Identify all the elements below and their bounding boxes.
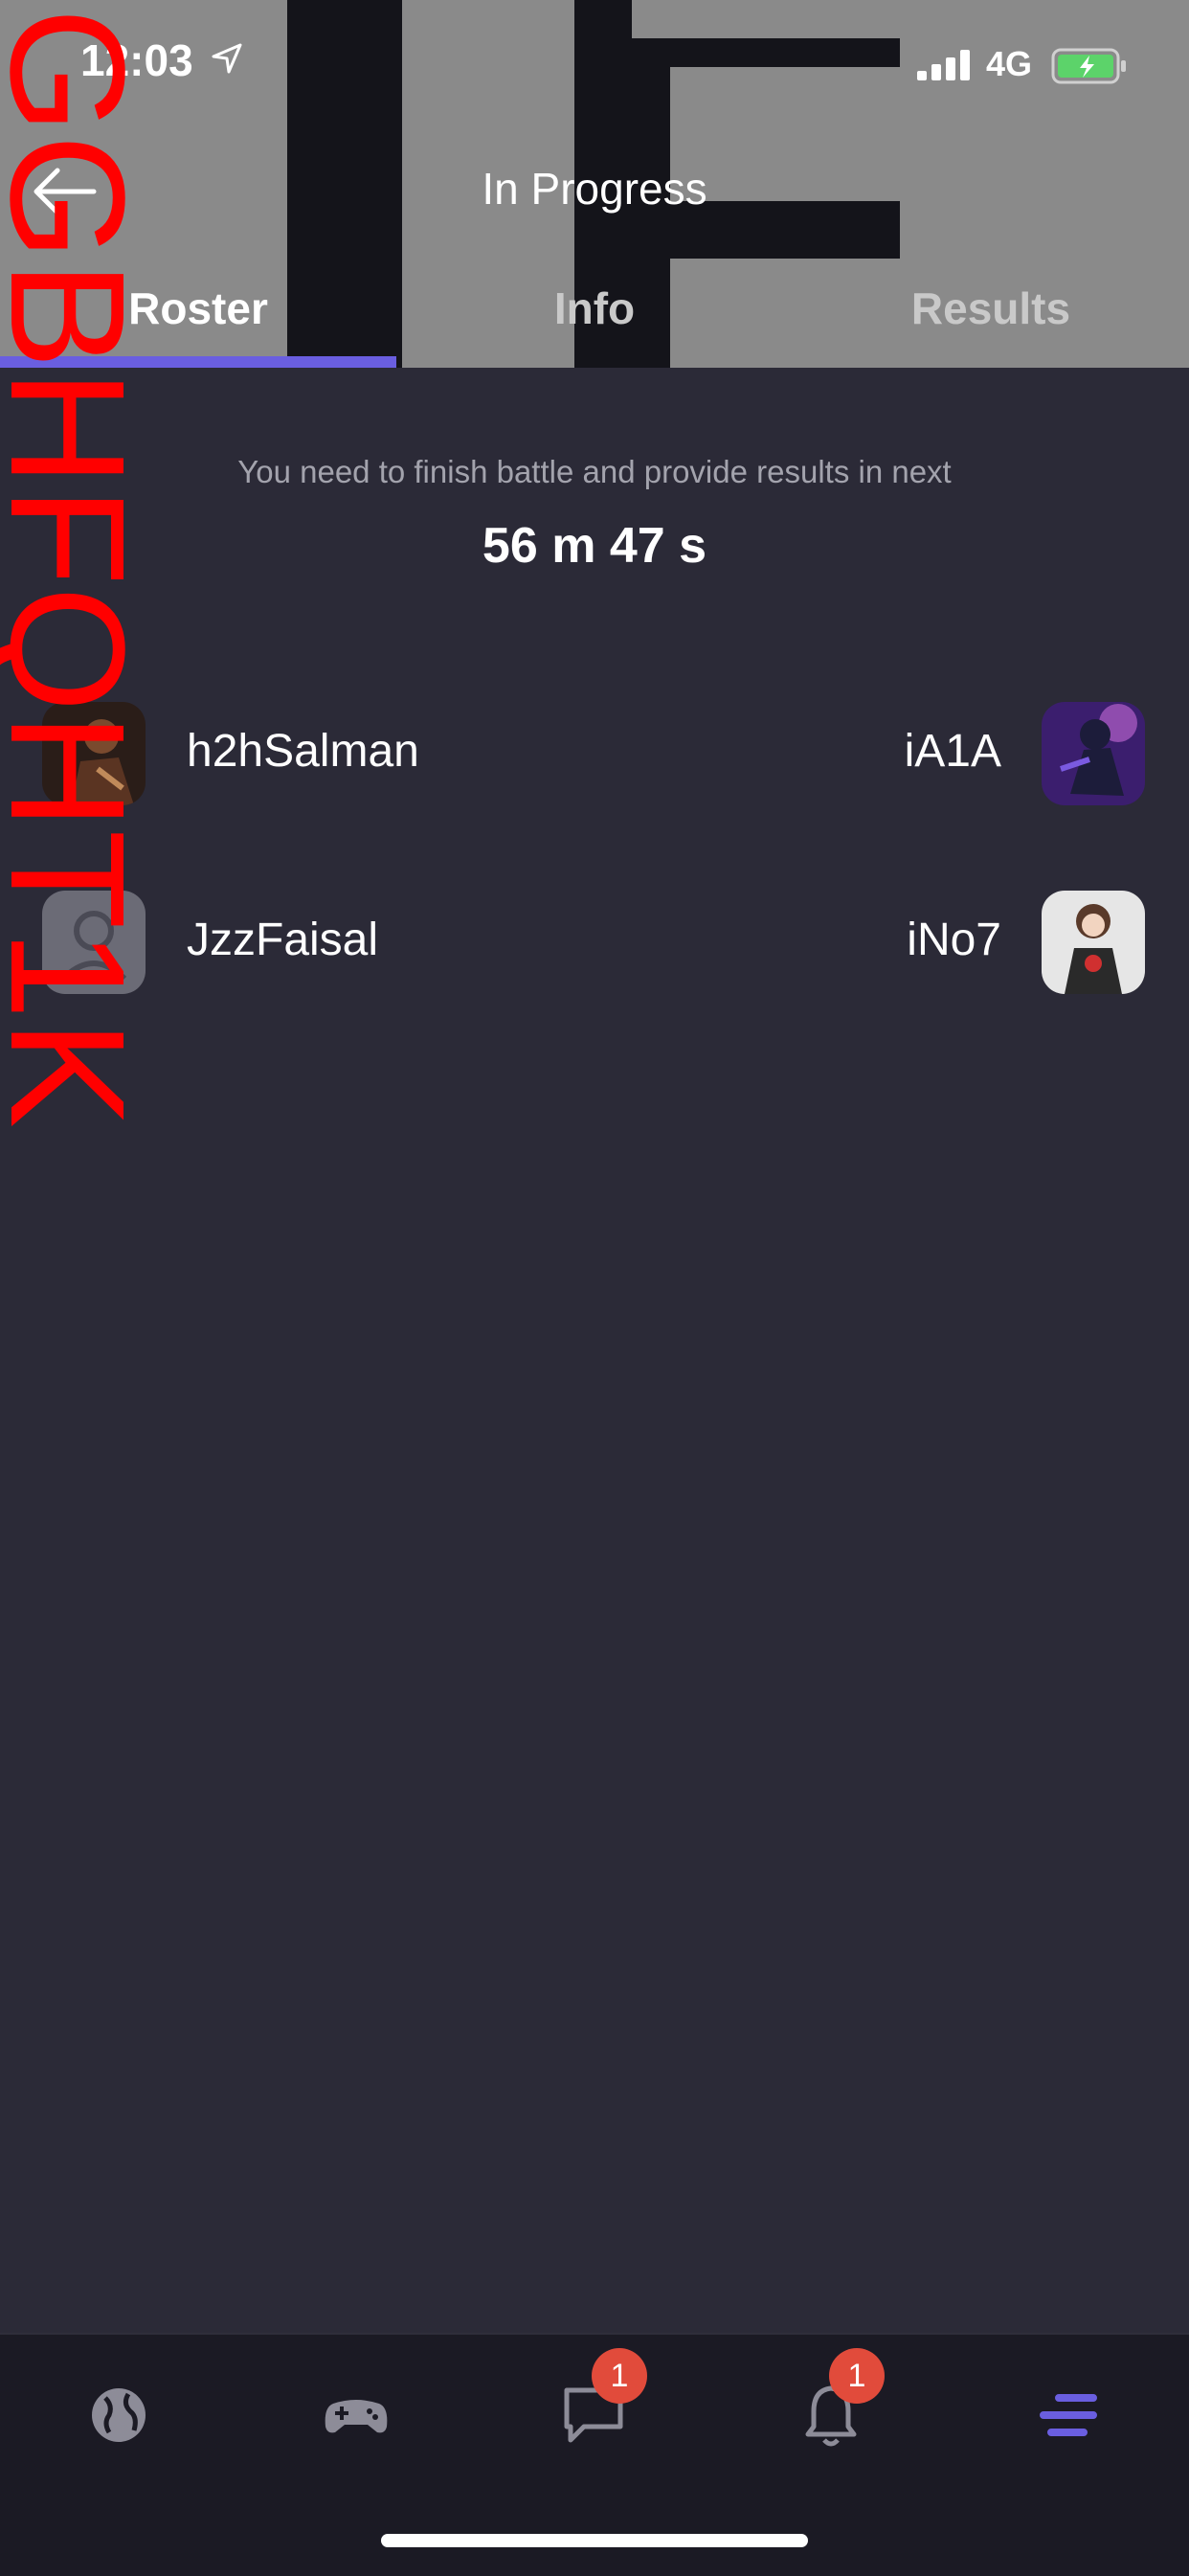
tab-results[interactable]: Results: [793, 282, 1189, 334]
nav-chat[interactable]: 1: [555, 2348, 647, 2453]
countdown-timer: 56 m 47 s: [482, 518, 707, 574]
matchup-row: JzzFaisal iNo7: [0, 891, 1189, 996]
avatar[interactable]: [1042, 702, 1145, 805]
player-name[interactable]: iA1A: [905, 725, 1001, 778]
page-title: In Progress: [482, 164, 707, 214]
signal-icon: [917, 50, 970, 80]
notification-badge: 1: [592, 2348, 647, 2404]
home-indicator[interactable]: [381, 2534, 808, 2547]
player-name[interactable]: h2hSalman: [187, 725, 419, 778]
tab-info[interactable]: Info: [396, 282, 793, 334]
deadline-notice: You need to finish battle and provide re…: [237, 454, 952, 489]
player-name[interactable]: JzzFaisal: [187, 914, 378, 966]
network-type: 4G: [986, 44, 1033, 83]
nav-notifications[interactable]: 1: [793, 2348, 885, 2453]
header-background-art: [632, 0, 900, 38]
nav-games[interactable]: [318, 2377, 394, 2453]
menu-icon: [1040, 2394, 1097, 2436]
watermark: GGBHFQHT1K: [0, 8, 134, 1128]
gamepad-icon: [325, 2400, 388, 2433]
matchup-row: h2hSalman iA1A: [0, 702, 1189, 807]
nav-globe[interactable]: [80, 2377, 157, 2453]
notification-badge: 1: [829, 2348, 885, 2404]
globe-icon: [92, 2388, 146, 2442]
svg-text:GGBHFQHT1K: GGBHFQHT1K: [0, 8, 134, 1128]
battery-icon: [1051, 48, 1126, 84]
location-arrow-icon: [212, 43, 242, 74]
header: 12:03 4G In Progress Roster Info Results: [0, 0, 1189, 368]
player-name[interactable]: iNo7: [907, 914, 1001, 966]
avatar[interactable]: [1042, 891, 1145, 994]
nav-menu[interactable]: [1030, 2377, 1107, 2453]
